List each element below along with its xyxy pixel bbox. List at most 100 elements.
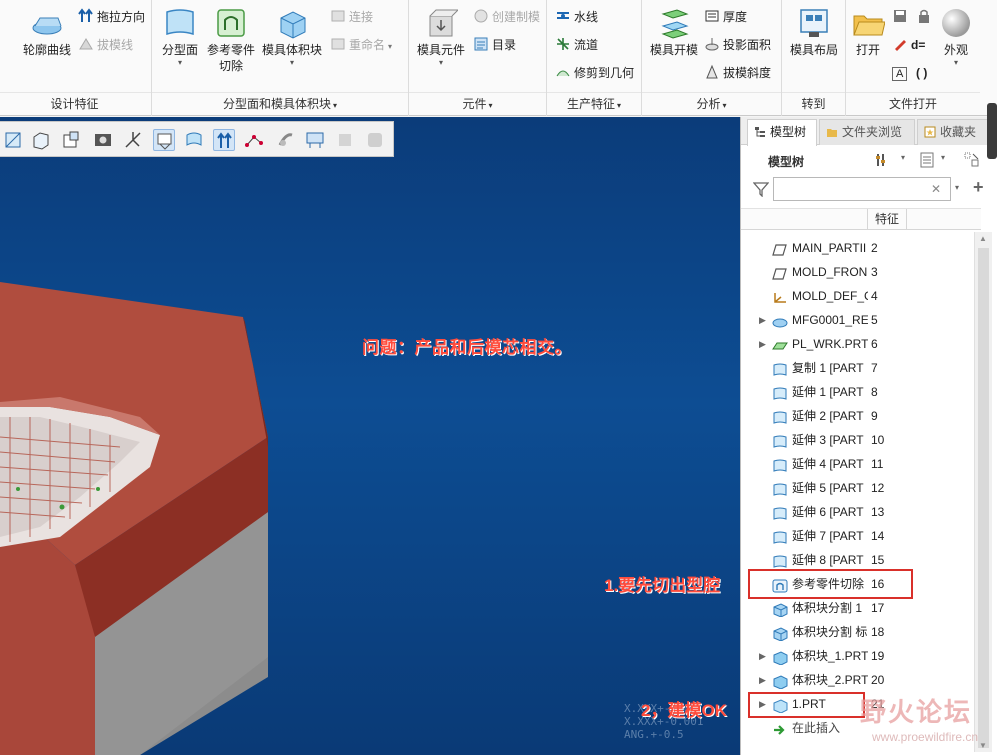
show-icon[interactable] [919, 151, 937, 169]
expand-arrow-icon[interactable]: ▶ [759, 332, 769, 356]
save-small-button[interactable] [892, 6, 911, 28]
annotation-display-icon[interactable] [183, 129, 205, 151]
filter-icon[interactable] [752, 181, 770, 198]
settings-icon[interactable] [875, 151, 893, 169]
group-parting-label[interactable]: 分型面和模具体积块 ▾ [152, 92, 408, 114]
clear-search-icon[interactable]: ✕ [931, 182, 941, 196]
tree-filter-bar: ✕ ▾ + [749, 175, 989, 203]
draft-line-button[interactable]: 拔模线 [78, 34, 133, 56]
tree-row-feature-number: 20 [871, 673, 885, 687]
waterline-button[interactable]: 水线 [555, 6, 598, 28]
disabled-tool-icon-1[interactable] [334, 129, 356, 151]
render-icon[interactable] [304, 129, 326, 151]
tree-row[interactable]: ▶ PL_WRK.PRT 6 [741, 332, 973, 356]
tree-row[interactable]: 延伸 5 [PART 12 [741, 476, 973, 500]
add-filter-icon[interactable]: + [973, 177, 984, 198]
a-box-button[interactable]: A [892, 62, 908, 84]
tree-row[interactable]: 延伸 2 [PART 9 [741, 404, 973, 428]
appearance-label: 外观 [943, 43, 968, 57]
group-parting-dropdown-icon: ▾ [333, 101, 338, 110]
trim-geometry-button[interactable]: 修剪到几何 [555, 62, 634, 84]
tab-favorites[interactable]: 收藏夹 [917, 119, 993, 145]
scroll-down-icon[interactable]: ▼ [979, 741, 987, 750]
reference-part-cut-button[interactable]: 参考零件 切除 [206, 6, 256, 74]
tree-row-name: 体积块分割 标 [792, 625, 868, 639]
csys-display-icon[interactable] [275, 129, 297, 151]
tree-row[interactable]: ▶ MFG0001_RE 5 [741, 308, 973, 332]
rename-button[interactable]: 重命名 ▾ [330, 34, 392, 56]
tree-row[interactable]: MAIN_PARTII 2 [741, 236, 973, 260]
tree-row[interactable]: 延伸 7 [PART 14 [741, 524, 973, 548]
graphics-viewport[interactable]: 问题：产品和后模芯相交。 1.要先切出型腔 X.XXX+-0.01 X.XXX+… [0, 117, 740, 755]
a-box-label: A [892, 67, 908, 81]
show-dropdown-icon[interactable]: ▾ [941, 153, 945, 162]
volume-split-icon [772, 601, 788, 618]
waterline-icon [555, 8, 571, 24]
runner-button[interactable]: 流道 [555, 34, 598, 56]
open-button[interactable]: 打开 [850, 6, 886, 58]
tree-scrollbar[interactable]: ▲ ▼ [974, 232, 992, 752]
tree-row[interactable]: 延伸 4 [PART 11 [741, 452, 973, 476]
scroll-thumb[interactable] [978, 248, 989, 748]
tree-row[interactable]: 体积块分割 1 17 [741, 596, 973, 620]
tree-row[interactable]: 延伸 6 [PART 13 [741, 500, 973, 524]
settings-dropdown-icon[interactable]: ▾ [901, 153, 905, 162]
tree-row[interactable]: 延伸 3 [PART 10 [741, 428, 973, 452]
thickness-button[interactable]: 厚度 [704, 6, 747, 28]
saved-orientations-icon[interactable] [60, 129, 82, 151]
expand-arrow-icon[interactable]: ▶ [759, 308, 769, 332]
scroll-up-icon[interactable]: ▲ [979, 234, 987, 243]
display-style-icon[interactable] [30, 129, 52, 151]
spin-center-icon[interactable] [153, 129, 175, 151]
tree-row[interactable]: 延伸 1 [PART 8 [741, 380, 973, 404]
tree-row[interactable]: MOLD_FRON 3 [741, 260, 973, 284]
tab-model-tree[interactable]: 模型树 [747, 119, 817, 146]
tab-folder-browser[interactable]: 文件夹浏览 [819, 119, 915, 145]
brackets-button[interactable]: ( ) [916, 62, 927, 84]
panel-tabs: 模型树 文件夹浏览 收藏夹 [741, 117, 997, 146]
rename-label: 重命名 [349, 38, 386, 52]
tree-search-input[interactable] [773, 177, 951, 201]
tree-row[interactable]: 复制 1 [PART 7 [741, 356, 973, 380]
draft-slope-button[interactable]: 拔模斜度 [704, 62, 771, 84]
parting-surface-label: 分型面 [161, 43, 198, 57]
contour-curve-button[interactable]: 轮廓曲线 [20, 6, 74, 58]
group-analysis-label[interactable]: 分析 ▾ [642, 92, 781, 114]
group-component-label[interactable]: 元件 ▾ [409, 92, 546, 114]
mold-volume-label: 模具体积块 [261, 43, 322, 57]
tree-row[interactable]: MOLD_DEF_C 4 [741, 284, 973, 308]
expand-arrow-icon[interactable]: ▶ [759, 644, 769, 668]
columns-icon[interactable] [963, 151, 981, 169]
tree-row[interactable]: 在此插入 [741, 716, 973, 740]
lock-small-button[interactable] [916, 6, 935, 28]
view-manager-icon[interactable] [92, 129, 114, 151]
search-dropdown-icon[interactable]: ▾ [955, 183, 959, 192]
draft-line-icon [78, 36, 94, 52]
connect-button[interactable]: 连接 [330, 6, 373, 28]
disabled-tool-icon-2[interactable] [364, 129, 386, 151]
tree-row[interactable]: ▶ 体积块_2.PRT 20 [741, 668, 973, 692]
tree-row[interactable]: 体积块分割 标 18 [741, 620, 973, 644]
projected-area-button[interactable]: 投影面积 [704, 34, 771, 56]
tree-row[interactable]: ▶ 体积块_1.PRT 19 [741, 644, 973, 668]
datum-display-icon[interactable] [122, 129, 144, 151]
catalog-button[interactable]: 目录 [473, 34, 516, 56]
parting-surface-button[interactable]: 分型面 ▾ [158, 6, 202, 68]
group-production-label[interactable]: 生产特征 ▾ [547, 92, 641, 114]
pull-direction-button[interactable]: 拖拉方向 [78, 6, 145, 28]
mold-layout-button[interactable]: 模具布局 [786, 6, 842, 58]
column-feature-header[interactable]: 特征 [867, 209, 907, 230]
open-label: 打开 [855, 43, 880, 57]
mold-component-button[interactable]: 模具元件 ▾ [413, 6, 469, 68]
d-equals-button[interactable]: d= [892, 34, 925, 56]
create-casting-button[interactable]: 创建制模 [473, 6, 540, 28]
zoom-fit-icon[interactable] [2, 129, 24, 151]
expand-arrow-icon[interactable]: ▶ [759, 668, 769, 692]
mold-volume-button[interactable]: 模具体积块 ▾ [260, 6, 324, 68]
point-display-icon[interactable] [243, 129, 265, 151]
tree-row-name: 体积块分割 1 [792, 601, 863, 615]
pull-direction-display-icon[interactable] [213, 129, 235, 151]
appearance-button[interactable]: 外观 ▾ [938, 6, 974, 68]
side-handle[interactable] [987, 103, 997, 159]
mold-open-button[interactable]: 模具开模 [648, 6, 700, 58]
